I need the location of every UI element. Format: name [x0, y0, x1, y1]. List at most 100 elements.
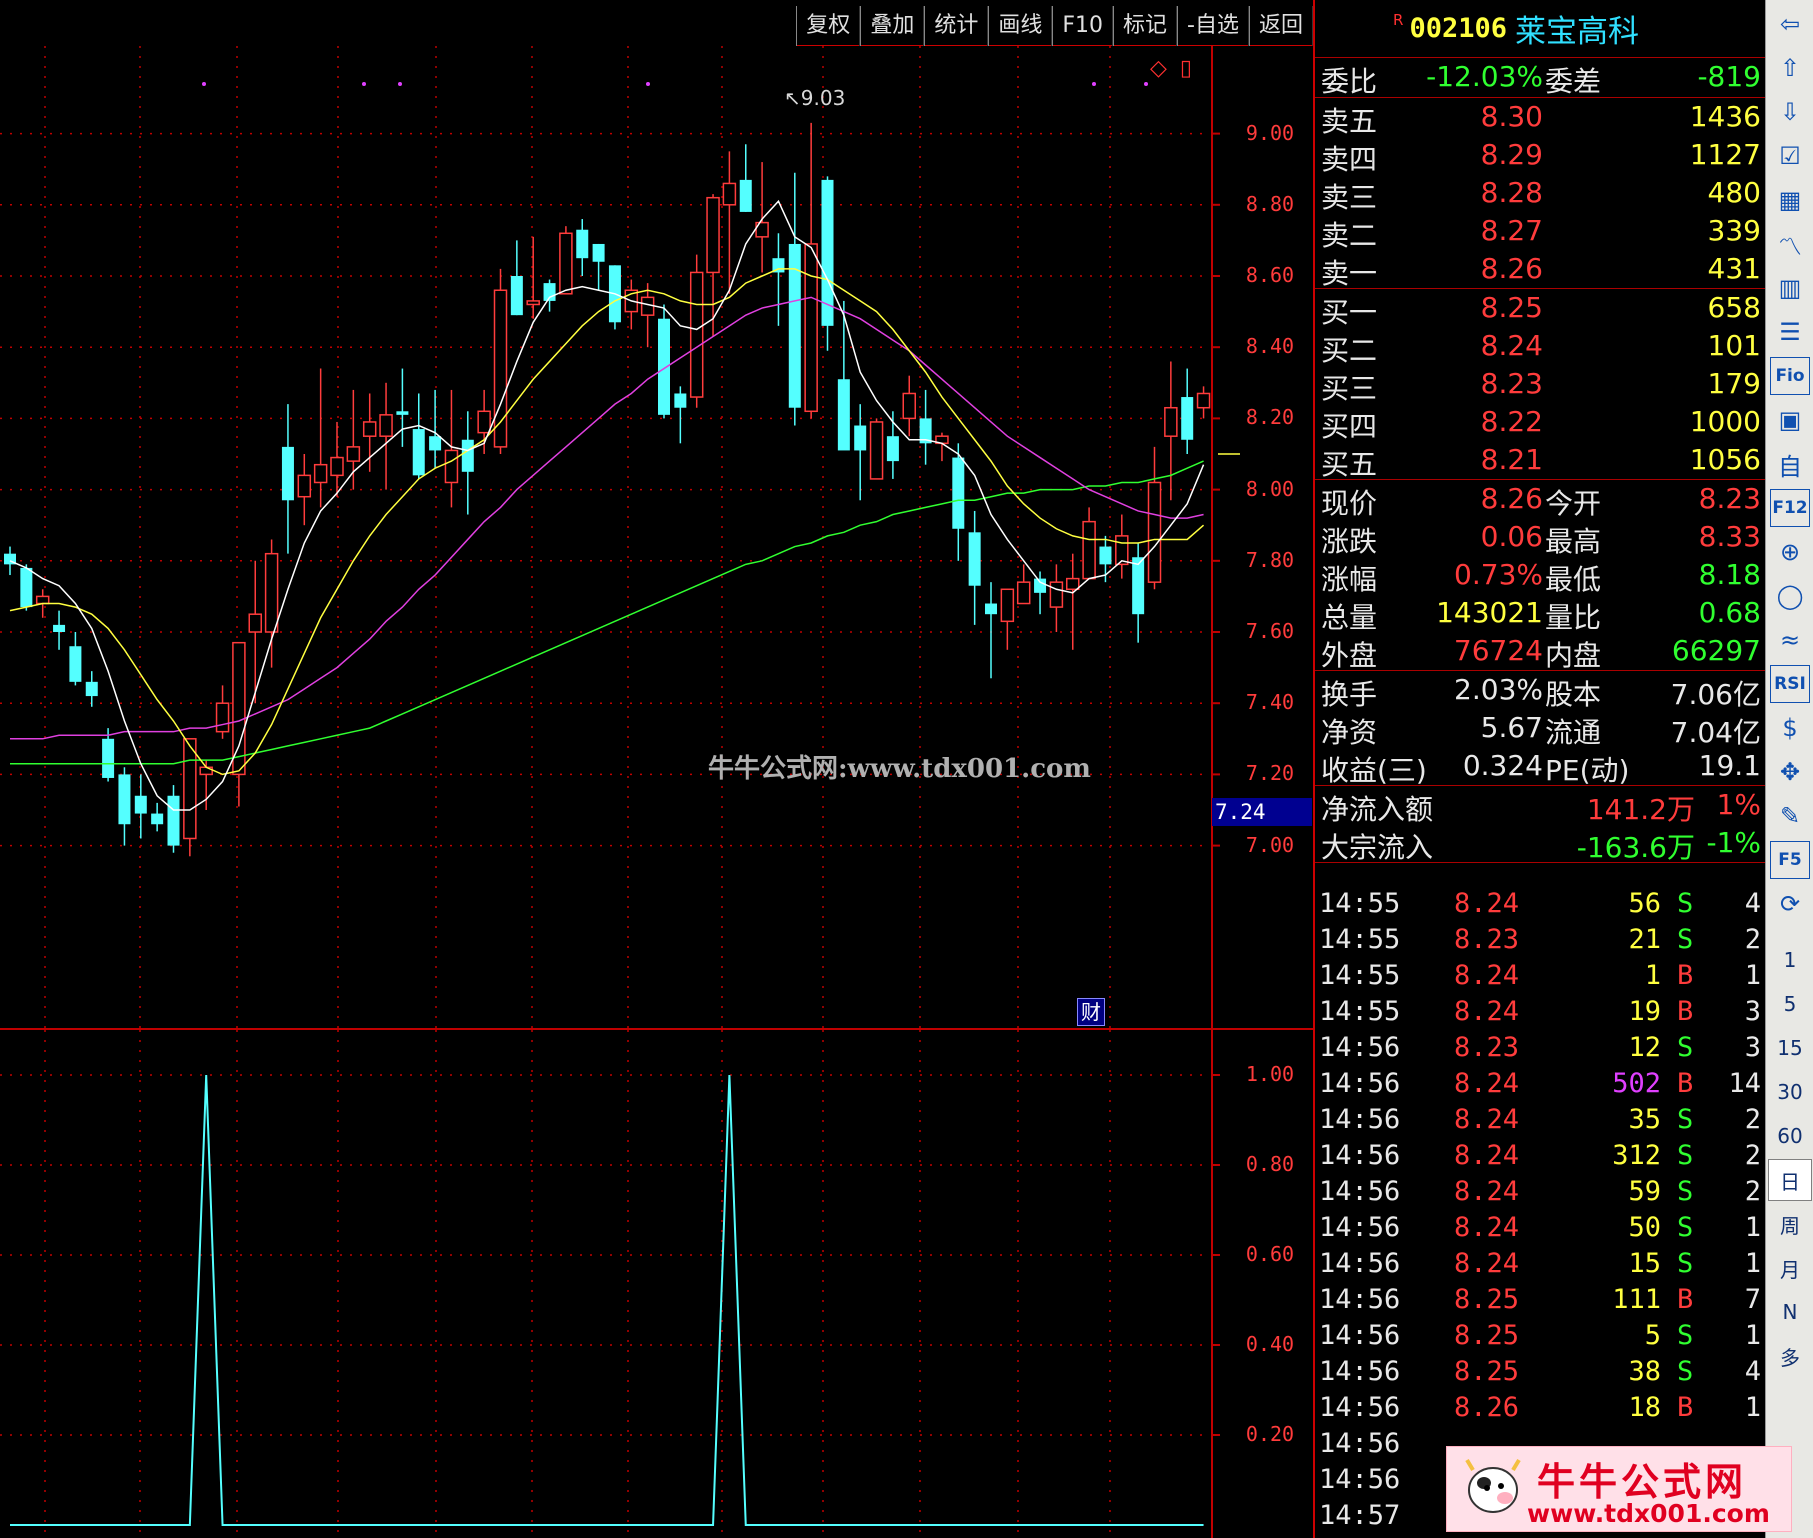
candle[interactable] — [952, 443, 965, 561]
candle[interactable] — [576, 219, 589, 276]
candle[interactable] — [134, 774, 147, 839]
refresh-icon[interactable]: ⟳ — [1770, 885, 1810, 923]
candle[interactable] — [429, 389, 442, 469]
candle[interactable] — [804, 122, 818, 419]
pencil-icon[interactable]: ✎ — [1770, 797, 1810, 835]
diamond-icon[interactable]: ◇ — [1150, 56, 1167, 81]
candle[interactable] — [1115, 514, 1129, 579]
candle[interactable] — [968, 510, 981, 625]
f5-icon[interactable]: F5 — [1770, 841, 1810, 879]
candle[interactable] — [313, 368, 328, 508]
candle[interactable] — [1000, 588, 1015, 650]
toolbar-button-4[interactable]: F10 — [1052, 6, 1114, 46]
candle[interactable] — [1147, 446, 1162, 590]
candle[interactable] — [167, 785, 180, 853]
tick-row[interactable]: 14:55 8.24 1 B 1 — [1315, 960, 1765, 996]
arrow-down-icon[interactable]: ⇩ — [1770, 93, 1810, 131]
tick-row[interactable]: 14:56 8.24 15 S 1 — [1315, 1248, 1765, 1284]
finance-badge[interactable]: 财 — [1077, 998, 1105, 1026]
kline-chart-area[interactable]: 复权 叠加 统计 画线 F10 标记 -自选 返回 ◇ ▯ ↖9.03 牛牛公式网:www.t… — [0, 0, 1313, 1538]
candle[interactable] — [526, 236, 540, 319]
block-icon[interactable]: ▣ — [1770, 401, 1810, 439]
candle[interactable] — [772, 233, 785, 326]
period-button[interactable]: 周 — [1768, 1203, 1812, 1245]
candle[interactable] — [739, 144, 752, 212]
candle[interactable] — [264, 539, 279, 668]
window-icon[interactable]: ▯ — [1180, 56, 1192, 81]
candle[interactable] — [722, 151, 737, 294]
tick-row[interactable]: 14:56 8.24 502 B 14 — [1315, 1068, 1765, 1104]
self-icon[interactable]: 自 — [1770, 445, 1810, 483]
toolbar-button-0[interactable]: 复权 — [796, 6, 861, 46]
candle[interactable] — [232, 641, 246, 807]
candle-icon[interactable]: ▥ — [1770, 269, 1810, 307]
candle[interactable] — [281, 404, 294, 554]
candle[interactable] — [559, 226, 573, 295]
candle[interactable] — [592, 243, 605, 291]
candle[interactable] — [869, 418, 884, 480]
candle[interactable] — [412, 393, 425, 479]
candle[interactable] — [444, 389, 459, 508]
grid-icon[interactable]: ▦ — [1770, 181, 1810, 219]
candle[interactable] — [297, 454, 312, 526]
f12-icon[interactable]: F12 — [1770, 489, 1810, 527]
candle[interactable] — [248, 560, 262, 704]
candle[interactable] — [362, 393, 377, 472]
candle[interactable] — [1181, 368, 1194, 454]
period-button[interactable]: 日 — [1768, 1159, 1812, 1201]
toolbar-button-1[interactable]: 叠加 — [860, 6, 925, 46]
candle[interactable] — [330, 421, 344, 497]
period-button[interactable]: 60 — [1768, 1115, 1812, 1157]
tick-row[interactable]: 14:56 8.26 18 B 1 — [1315, 1392, 1765, 1428]
stock-header[interactable]: R 002106 莱宝高科 — [1315, 0, 1765, 58]
candle[interactable] — [902, 375, 916, 437]
price-chart[interactable] — [0, 46, 1313, 1030]
candle[interactable] — [854, 404, 867, 501]
period-button[interactable]: 月 — [1768, 1247, 1812, 1289]
tick-row[interactable]: 14:55 8.24 19 B 3 — [1315, 996, 1765, 1032]
candle[interactable] — [608, 265, 621, 330]
candle[interactable] — [151, 802, 164, 832]
candle[interactable] — [755, 162, 769, 273]
checklist-icon[interactable]: ☑ — [1770, 137, 1810, 175]
toolbar-button-6[interactable]: -自选 — [1177, 6, 1249, 46]
tick-row[interactable]: 14:56 8.25 38 S 4 — [1315, 1356, 1765, 1392]
toolbar-button-3[interactable]: 画线 — [988, 6, 1053, 46]
circle-icon[interactable]: ◯ — [1770, 577, 1810, 615]
zoom-icon[interactable]: ⊕ — [1770, 533, 1810, 571]
candle[interactable] — [1132, 543, 1145, 643]
candle[interactable] — [706, 194, 720, 337]
candle[interactable] — [821, 176, 834, 351]
dollar-icon[interactable]: $ — [1770, 709, 1810, 747]
candle[interactable] — [1066, 553, 1080, 650]
candle[interactable] — [85, 671, 98, 707]
tick-row[interactable]: 14:55 8.23 21 S 2 — [1315, 924, 1765, 960]
candle[interactable] — [674, 386, 687, 444]
candle[interactable] — [118, 767, 131, 846]
candle[interactable] — [658, 304, 670, 419]
f10-icon[interactable]: Fio — [1770, 357, 1810, 395]
period-button[interactable]: 15 — [1768, 1027, 1812, 1069]
candle[interactable] — [461, 411, 474, 515]
candle[interactable] — [837, 300, 850, 451]
chart-corner-icons[interactable]: ◇ ▯ — [1150, 56, 1192, 81]
period-button[interactable]: 5 — [1768, 983, 1812, 1025]
candle[interactable] — [183, 738, 197, 857]
candle[interactable] — [919, 389, 932, 465]
period-button[interactable]: 1 — [1768, 939, 1812, 981]
list-icon[interactable]: ☰ — [1770, 313, 1810, 351]
period-button[interactable]: 多 — [1768, 1335, 1812, 1377]
candle[interactable] — [1082, 507, 1096, 580]
period-button[interactable]: 30 — [1768, 1071, 1812, 1113]
tick-row[interactable]: 14:56 8.24 50 S 1 — [1315, 1212, 1765, 1248]
candle[interactable] — [1196, 386, 1211, 419]
candle[interactable] — [215, 685, 230, 739]
candle[interactable] — [640, 283, 655, 348]
toolbar-button-2[interactable]: 统计 — [924, 6, 989, 46]
candle[interactable] — [985, 582, 997, 679]
candle[interactable] — [624, 279, 639, 330]
toolbar-button-5[interactable]: 标记 — [1113, 6, 1178, 46]
arrow-left-icon[interactable]: ⇦ — [1770, 5, 1810, 43]
candle[interactable] — [396, 368, 409, 447]
candle[interactable] — [346, 389, 361, 490]
